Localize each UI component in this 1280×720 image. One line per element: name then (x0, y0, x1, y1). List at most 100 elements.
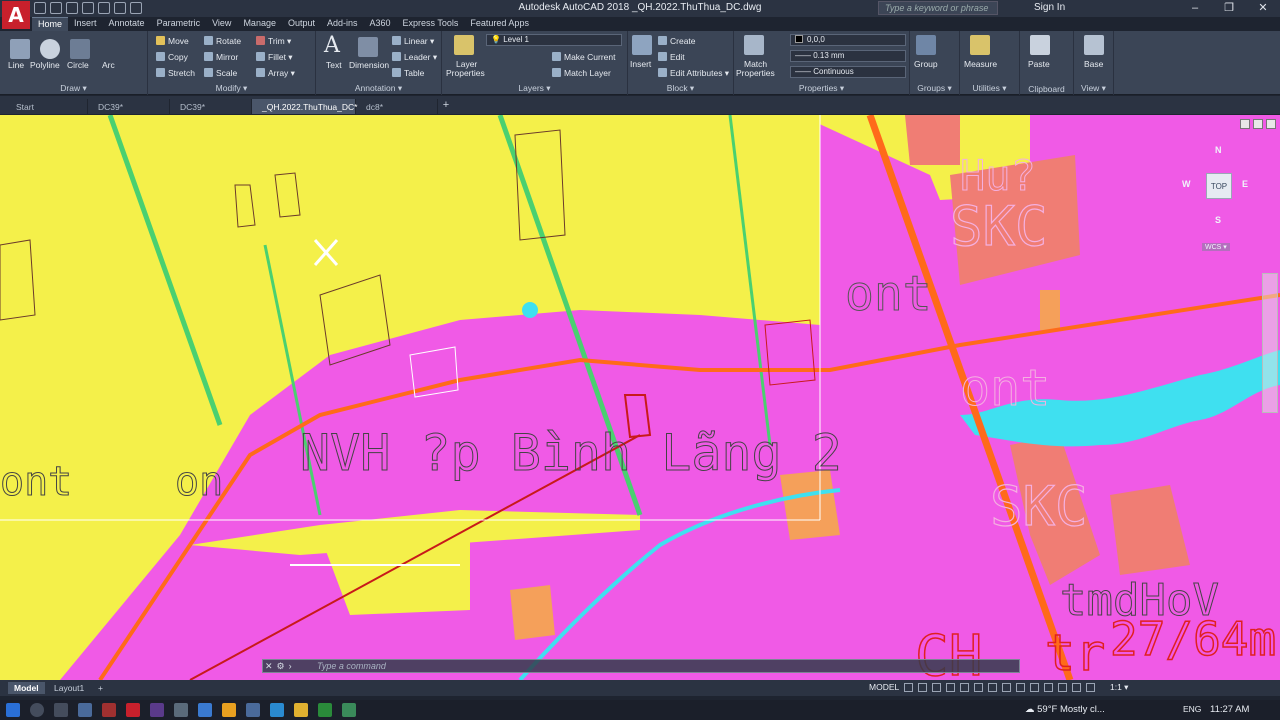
tab-featured-apps[interactable]: Featured Apps (464, 17, 535, 31)
line-button[interactable]: Line (8, 60, 24, 70)
tab-add-ins[interactable]: Add-ins (321, 17, 364, 31)
ortho-icon[interactable] (932, 683, 941, 692)
isolate-icon[interactable] (1058, 683, 1067, 692)
stretch-button[interactable]: Stretch (156, 68, 195, 78)
lineweight-dropdown[interactable]: —— 0.13 mm (790, 50, 906, 62)
viewcube-top-face[interactable]: TOP (1206, 173, 1232, 199)
tab-home[interactable]: Home (32, 17, 69, 31)
group-icon[interactable] (916, 35, 936, 55)
snap-icon[interactable] (918, 683, 927, 692)
search-input[interactable]: Type a keyword or phrase (878, 1, 998, 15)
doc-tab-start[interactable]: Start (6, 99, 88, 114)
match-properties-icon[interactable] (744, 35, 764, 55)
chrome-icon[interactable] (222, 703, 236, 717)
dimension-button[interactable]: Dimension (349, 60, 389, 70)
model-space-button[interactable]: MODEL (869, 682, 899, 692)
paste-icon[interactable] (1030, 35, 1050, 55)
files-icon[interactable] (174, 703, 188, 717)
search-icon[interactable] (30, 703, 44, 717)
tab-a360[interactable]: A360 (364, 17, 397, 31)
task-view-icon[interactable] (54, 703, 68, 717)
premiere-icon[interactable] (150, 703, 164, 717)
doc-tab-dc39-a[interactable]: DC39* (88, 99, 170, 114)
tab-express-tools[interactable]: Express Tools (397, 17, 465, 31)
command-line[interactable]: ✕⚙› Type a command (262, 659, 1020, 673)
match-layer-button[interactable]: Match Layer (552, 68, 611, 78)
dimension-icon[interactable] (358, 37, 378, 57)
windows-start-icon[interactable] (6, 703, 20, 717)
edge-icon[interactable] (270, 703, 284, 717)
polyline-button[interactable]: Polyline (30, 60, 60, 70)
close-command-icon[interactable]: ✕ (265, 661, 277, 671)
view-panel-title[interactable]: View ▾ (1074, 83, 1113, 94)
group-button[interactable]: Group (914, 59, 938, 69)
scale-button[interactable]: Scale (204, 68, 237, 78)
viewport-restore-icon[interactable] (1253, 119, 1263, 129)
wcs-menu[interactable]: WCS ▾ (1202, 243, 1230, 251)
command-input[interactable]: Type a command (317, 661, 386, 671)
viewcube[interactable]: N W E S TOP (1180, 145, 1260, 235)
polar-icon[interactable] (946, 683, 955, 692)
base-button[interactable]: Base (1084, 59, 1103, 69)
draw-panel-title[interactable]: Draw ▾ (0, 83, 147, 94)
file-explorer-icon[interactable] (294, 703, 308, 717)
customize-command-icon[interactable]: ⚙ (277, 661, 289, 671)
rotate-button[interactable]: Rotate (204, 36, 241, 46)
annotation-scale[interactable]: 1:1 ▾ (1110, 682, 1128, 693)
leader-button[interactable]: Leader ▾ (392, 52, 437, 63)
annotation-panel-title[interactable]: Annotation ▾ (316, 83, 441, 94)
weather-widget[interactable]: ☁ 59°F Mostly cl... (1025, 704, 1105, 715)
table-button[interactable]: Table (392, 68, 424, 78)
trim-button[interactable]: Trim ▾ (256, 36, 291, 47)
copy-button[interactable]: Copy (156, 52, 188, 62)
utilities-panel-title[interactable]: Utilities ▾ (960, 83, 1019, 94)
groups-panel-title[interactable]: Groups ▾ (910, 83, 959, 94)
tab-view[interactable]: View (206, 17, 237, 31)
fullscreen-icon[interactable] (1072, 683, 1081, 692)
viewport-minimize-icon[interactable] (1240, 119, 1250, 129)
drawing-viewport[interactable]: SKC ont Hu? NVH ?p Bình Lãng 2 ont SKC t… (0, 115, 1280, 680)
insert-button[interactable]: Insert (630, 59, 651, 69)
add-layout-plus-icon[interactable]: + (92, 682, 109, 694)
selection-cycling-icon[interactable] (1016, 683, 1025, 692)
circle-icon[interactable] (40, 39, 60, 59)
tab-manage[interactable]: Manage (237, 17, 282, 31)
minimize-icon[interactable]: – (1178, 0, 1212, 17)
tab-insert[interactable]: Insert (68, 17, 103, 31)
customization-icon[interactable] (1086, 683, 1095, 692)
app-icon-2[interactable] (342, 703, 356, 717)
color-dropdown[interactable]: 0,0,0 (790, 34, 906, 46)
otrack-icon[interactable] (974, 683, 983, 692)
doc-tab-dc8[interactable]: dc8* (356, 99, 438, 114)
properties-panel-title[interactable]: Properties ▾ (734, 83, 909, 94)
edit-attributes-button[interactable]: Edit Attributes ▾ (658, 68, 729, 79)
restore-icon[interactable]: ❐ (1212, 0, 1246, 17)
autocad-taskbar-icon[interactable] (126, 703, 140, 717)
close-icon[interactable]: ✕ (1246, 0, 1280, 17)
make-current-button[interactable]: Make Current (552, 52, 616, 62)
linear-button[interactable]: Linear ▾ (392, 36, 434, 47)
navigation-bar[interactable] (1262, 273, 1278, 413)
layer-dropdown[interactable]: 💡 Level 1 (486, 34, 622, 46)
match-properties-label-2[interactable]: Properties (736, 68, 775, 78)
excel-icon[interactable] (318, 703, 332, 717)
new-tab-plus-icon[interactable]: + (438, 99, 454, 114)
workspace-icon[interactable] (1044, 683, 1053, 692)
measure-icon[interactable] (970, 35, 990, 55)
tab-output[interactable]: Output (282, 17, 321, 31)
measure-button[interactable]: Measure (964, 59, 997, 69)
layer-properties-label-2[interactable]: Properties (446, 68, 485, 78)
layer-properties-icon[interactable] (454, 35, 474, 55)
osnap-icon[interactable] (960, 683, 969, 692)
fillet-button[interactable]: Fillet ▾ (256, 52, 293, 63)
circle-button[interactable]: Circle (67, 60, 89, 70)
mirror-button[interactable]: Mirror (204, 52, 238, 62)
clipboard-panel-title[interactable]: Clipboard (1020, 84, 1073, 94)
tab-parametric[interactable]: Parametric (151, 17, 207, 31)
move-button[interactable]: Move (156, 36, 189, 46)
app-icon-1[interactable] (246, 703, 260, 717)
arc-icon[interactable] (70, 39, 90, 59)
transparency-icon[interactable] (1002, 683, 1011, 692)
text-button[interactable]: Text (326, 60, 342, 70)
layers-panel-title[interactable]: Layers ▾ (442, 83, 627, 94)
